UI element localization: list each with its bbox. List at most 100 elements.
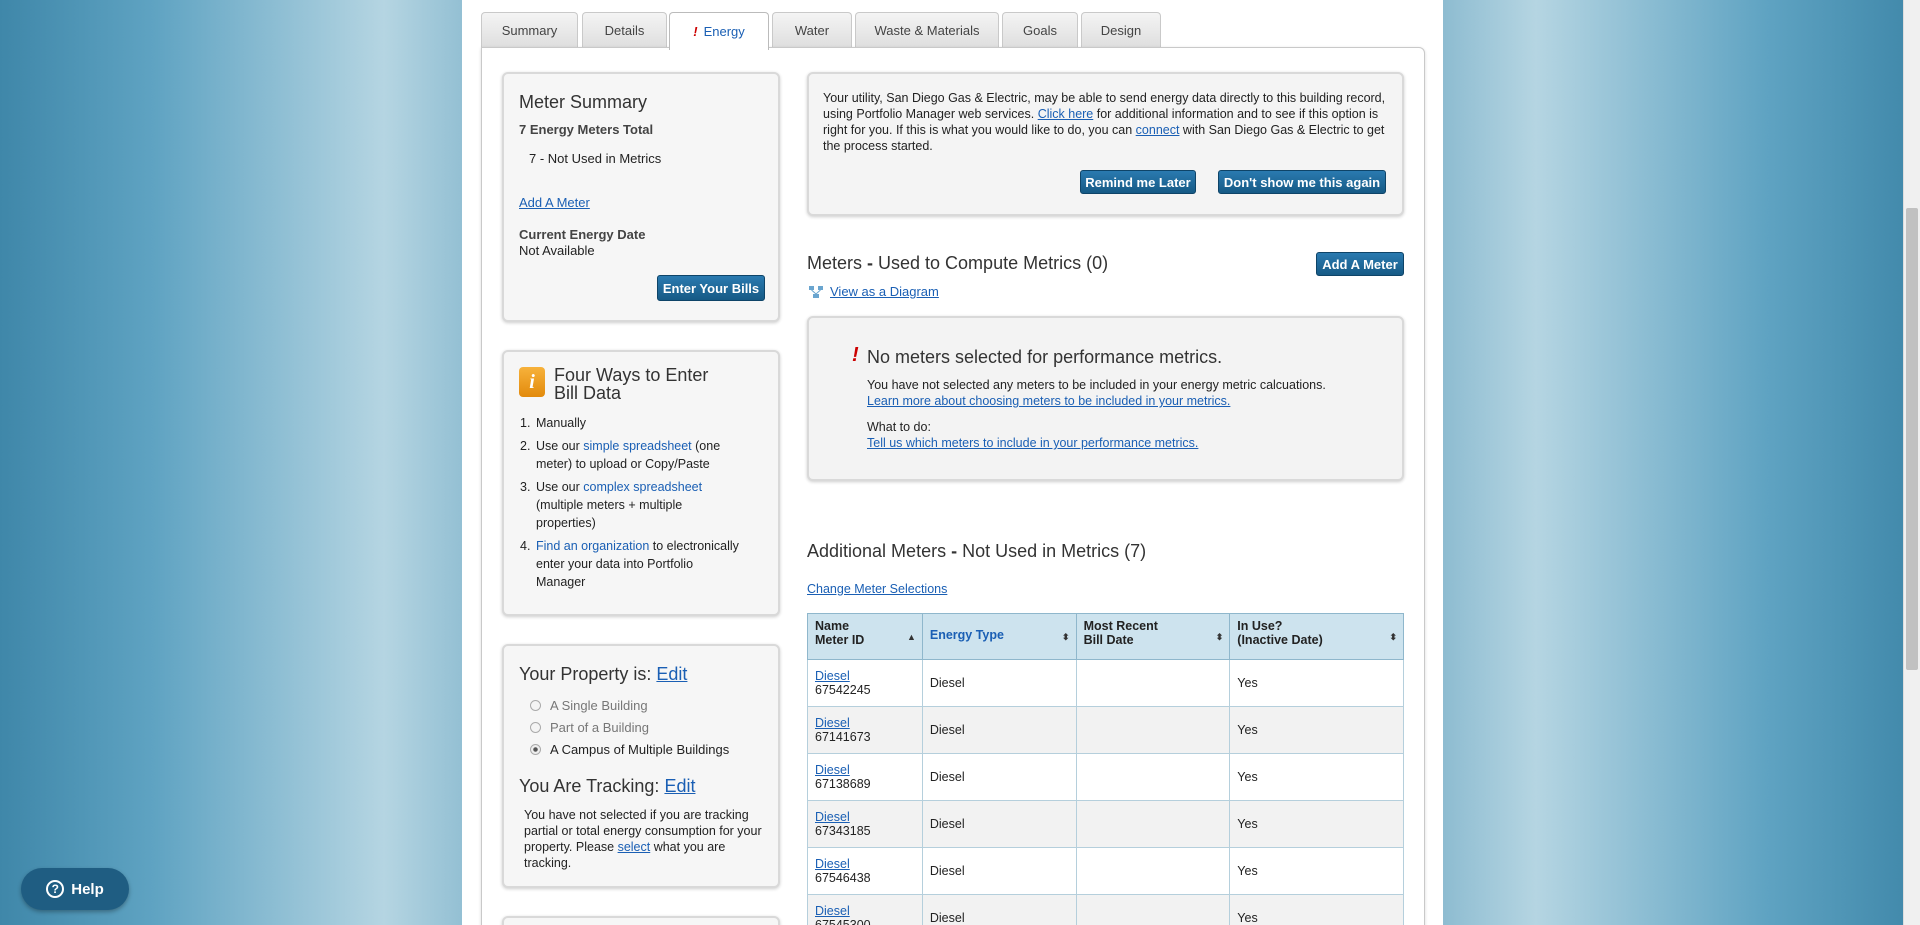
- tab-details[interactable]: Details: [582, 12, 667, 48]
- current-energy-date-label: Current Energy Date: [519, 227, 646, 242]
- view-diagram[interactable]: View as a Diagram: [808, 284, 939, 299]
- cell-in-use: Yes: [1229, 706, 1404, 754]
- simple-spreadsheet-link[interactable]: simple spreadsheet: [583, 439, 691, 453]
- tracking-edit-link[interactable]: Edit: [664, 776, 695, 796]
- property-edit-link[interactable]: Edit: [656, 664, 687, 684]
- cell-in-use: Yes: [1229, 800, 1404, 848]
- table-row: Diesel 67546438 Diesel Yes: [807, 847, 1404, 895]
- meter-name-link[interactable]: Diesel: [815, 810, 850, 824]
- find-organization-link[interactable]: Find an organization: [536, 539, 649, 553]
- view-diagram-link[interactable]: View as a Diagram: [830, 284, 939, 299]
- meter-name-link[interactable]: Diesel: [815, 904, 850, 918]
- cell-name: Diesel 67141673: [807, 706, 923, 754]
- remind-me-later-button[interactable]: Remind me Later: [1080, 170, 1196, 194]
- current-energy-date-value: Not Available: [519, 243, 595, 258]
- four-ways-box: i Four Ways to Enter Bill Data 1. Manually…: [502, 350, 780, 616]
- radio-circle: [530, 744, 541, 755]
- column-header-name[interactable]: Name Meter ID ▲: [807, 613, 923, 660]
- meter-summary-title: Meter Summary: [519, 92, 648, 112]
- radio-circle: [530, 700, 541, 711]
- meter-id: 67545300: [815, 918, 871, 925]
- four-ways-title: Four Ways to Enter Bill Data: [554, 365, 709, 403]
- connect-link[interactable]: connect: [1136, 123, 1180, 137]
- cell-name: Diesel 67542245: [807, 659, 923, 707]
- meter-name-link[interactable]: Diesel: [815, 669, 850, 683]
- diagram-icon: [809, 285, 823, 298]
- learn-more-link[interactable]: Learn more about choosing meters to be i…: [867, 394, 1230, 408]
- dont-show-again-button[interactable]: Don't show me this again: [1218, 170, 1386, 194]
- cell-in-use: Yes: [1229, 753, 1404, 801]
- list-item: 2. Use our simple spreadsheet (one meter)…: [520, 439, 721, 471]
- cell-bill-date: [1075, 706, 1231, 754]
- change-meter-selections-link[interactable]: Change Meter Selections: [807, 582, 947, 596]
- meter-id: 67138689: [815, 777, 871, 791]
- scrollbar[interactable]: [1903, 0, 1920, 925]
- table-row: Diesel 67141673 Diesel Yes: [807, 706, 1404, 754]
- cell-energy-type: Diesel: [921, 659, 1077, 707]
- property-box: Your Property is: Edit A Single Building…: [502, 644, 780, 888]
- meter-name-link[interactable]: Diesel: [815, 857, 850, 871]
- complex-spreadsheet-link[interactable]: complex spreadsheet: [583, 480, 702, 494]
- cell-in-use: Yes: [1229, 847, 1404, 895]
- page-container: Summary Details ! Energy Water Waste & Ma…: [462, 0, 1443, 925]
- cell-in-use: Yes: [1229, 659, 1404, 707]
- tracking-title: You Are Tracking: Edit: [519, 776, 696, 796]
- enter-your-bills-button[interactable]: Enter Your Bills: [657, 275, 765, 301]
- sort-asc-icon: ▲: [906, 632, 916, 642]
- radio-campus[interactable]: A Campus of Multiple Buildings: [530, 742, 729, 757]
- tracking-select-link[interactable]: select: [618, 840, 651, 854]
- add-meter-link[interactable]: Add A Meter: [519, 195, 590, 210]
- column-header-in-use[interactable]: In Use? (Inactive Date) ⬍: [1229, 613, 1404, 660]
- cell-energy-type: Diesel: [921, 800, 1077, 848]
- four-ways-list: 1. Manually 2. Use our simple spreadsheet …: [520, 414, 745, 596]
- utility-notice-text: Your utility, San Diego Gas & Electric, …: [823, 91, 1386, 153]
- meters-total: 7 Energy Meters Total: [519, 122, 654, 137]
- cell-name: Diesel 67343185: [807, 800, 923, 848]
- tab-water[interactable]: Water: [772, 12, 852, 48]
- cell-name: Diesel 67545300: [807, 894, 923, 925]
- cell-energy-type: Diesel: [921, 847, 1077, 895]
- scrollbar-thumb[interactable]: [1906, 208, 1918, 670]
- cell-in-use: Yes: [1229, 894, 1404, 925]
- click-here-link[interactable]: Click here: [1038, 107, 1094, 121]
- alert-icon: !: [852, 344, 859, 366]
- cell-name: Diesel 67546438: [807, 847, 923, 895]
- meter-id: 67343185: [815, 824, 871, 838]
- radio-single-building[interactable]: A Single Building: [530, 698, 648, 713]
- tab-waste-materials[interactable]: Waste & Materials: [855, 12, 999, 48]
- used-meters-title: Meters - Used to Compute Metrics (0): [807, 253, 1109, 273]
- table-row: Diesel 67545300 Diesel Yes: [807, 894, 1404, 925]
- sort-icon: ⬍: [1062, 632, 1070, 642]
- alert-icon: !: [693, 24, 698, 39]
- table-row: Diesel 67138689 Diesel Yes: [807, 753, 1404, 801]
- cell-energy-type: Diesel: [921, 706, 1077, 754]
- tab-summary[interactable]: Summary: [481, 12, 578, 48]
- list-item: 1. Manually: [520, 416, 587, 430]
- utility-notice-box: Your utility, San Diego Gas & Electric, …: [807, 72, 1404, 216]
- column-header-bill-date[interactable]: Most Recent Bill Date ⬍: [1075, 613, 1231, 660]
- radio-circle: [530, 722, 541, 733]
- help-button[interactable]: ? Help: [21, 868, 129, 910]
- meter-id: 67141673: [815, 730, 871, 744]
- column-header-energy-type[interactable]: Energy Type ⬍: [921, 613, 1077, 660]
- tab-goals[interactable]: Goals: [1002, 12, 1078, 48]
- sort-icon: ⬍: [1389, 632, 1397, 642]
- add-meter-button[interactable]: Add A Meter: [1316, 252, 1404, 276]
- cell-bill-date: [1075, 659, 1231, 707]
- list-item: 3. Use our complex spreadsheet (multiple …: [520, 480, 703, 530]
- meter-name-link[interactable]: Diesel: [815, 716, 850, 730]
- next-box: [502, 916, 780, 925]
- meter-name-link[interactable]: Diesel: [815, 763, 850, 777]
- info-icon: i: [519, 367, 545, 397]
- tell-us-link[interactable]: Tell us which meters to include in your …: [867, 436, 1198, 450]
- sort-icon: ⬍: [1215, 632, 1224, 642]
- tab-energy[interactable]: ! Energy: [669, 12, 769, 50]
- table-row: Diesel 67542245 Diesel Yes: [807, 659, 1404, 707]
- tracking-text: You have not selected if you are trackin…: [524, 808, 762, 870]
- radio-part-of-building[interactable]: Part of a Building: [530, 720, 649, 735]
- tab-design[interactable]: Design: [1081, 12, 1161, 48]
- additional-meters-title: Additional Meters - Not Used in Metrics …: [807, 541, 1147, 561]
- property-title: Your Property is: Edit: [519, 664, 688, 684]
- no-meters-box: ! No meters selected for performance met…: [807, 316, 1404, 481]
- cell-name: Diesel 67138689: [807, 753, 923, 801]
